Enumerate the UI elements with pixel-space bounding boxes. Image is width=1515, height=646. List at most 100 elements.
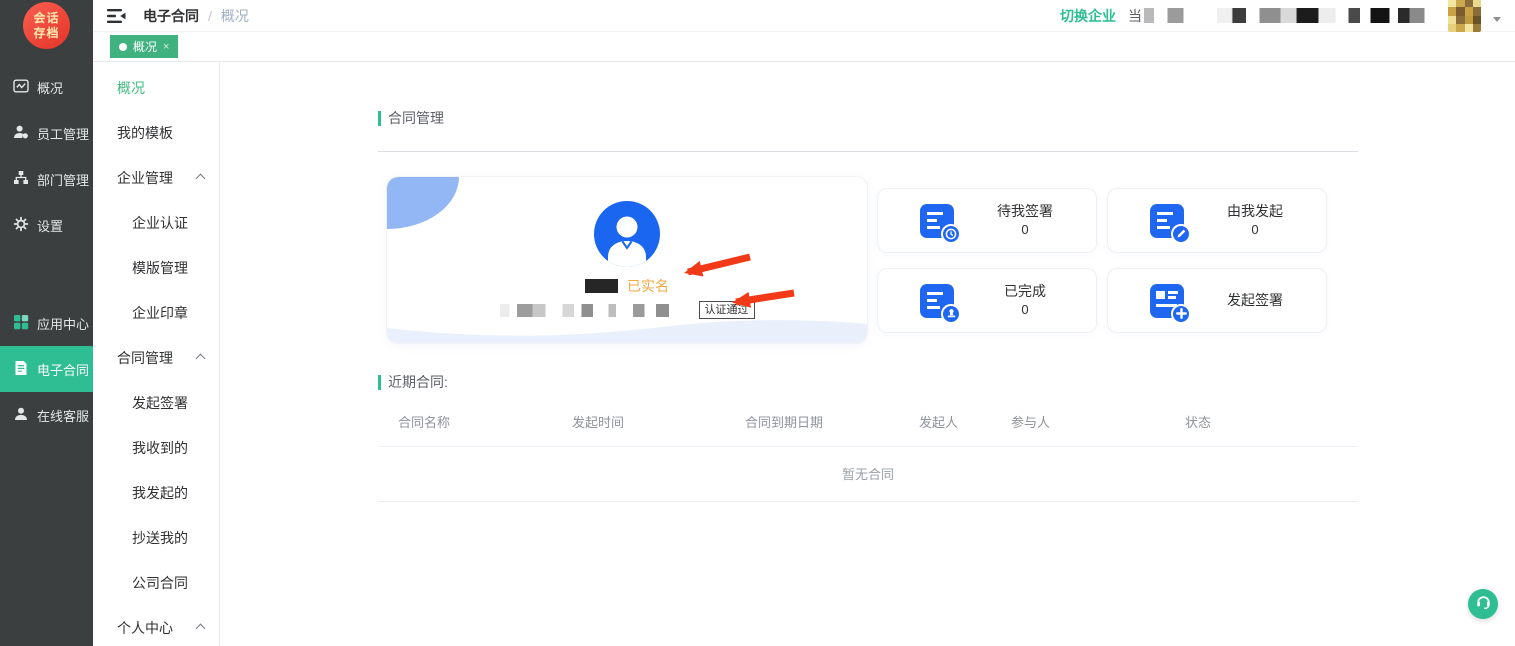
submenu-label: 个人中心 (117, 618, 173, 638)
sidebar-item-overview[interactable]: 概况 (0, 64, 93, 110)
annotation-arrow-realname (672, 251, 758, 279)
breadcrumb-parent[interactable]: 电子合同 (143, 6, 199, 26)
doc-clock-icon (920, 204, 954, 238)
table-header-row: 合同名称 发起时间 合同到期日期 发起人 参与人 状态 (378, 412, 1358, 447)
profile-avatar (594, 201, 660, 267)
topbar-right: 切换企业 当 (1060, 0, 1501, 32)
submenu-item-overview[interactable]: 概况 (93, 65, 219, 110)
current-enterprise-prefix: 当 (1128, 6, 1142, 26)
sidebar-item-label: 在线客服 (37, 406, 89, 425)
section-title-bar (378, 111, 381, 126)
switch-enterprise-link[interactable]: 切换企业 (1060, 6, 1116, 26)
col-expiry-date: 合同到期日期 (725, 412, 899, 431)
app-center-icon (13, 314, 29, 333)
doc-plus-icon (1150, 284, 1184, 318)
submenu-label: 发起签署 (132, 393, 188, 413)
submenu-group-enterprise-mgmt[interactable]: 企业管理 (93, 155, 219, 200)
stat-count: 0 (996, 221, 1054, 240)
current-enterprise: 当 (1128, 6, 1436, 26)
col-initiator: 发起人 (899, 412, 991, 431)
sidebar-item-app-center[interactable]: 应用中心 (0, 300, 93, 346)
submenu-label: 我发起的 (132, 483, 188, 503)
annotation-arrow-auth (723, 288, 801, 310)
sidebar-item-e-contract[interactable]: 电子合同 (0, 346, 93, 392)
col-participants: 参与人 (991, 412, 1165, 431)
app-logo: 会话 存档 (23, 2, 70, 49)
submenu-item-cc-to-me[interactable]: 抄送我的 (93, 515, 219, 560)
submenu-item-enterprise-seal[interactable]: 企业印章 (93, 290, 219, 335)
submenu-label: 合同管理 (117, 348, 173, 368)
submenu-item-template-mgmt[interactable]: 模版管理 (93, 245, 219, 290)
section-title-bar (378, 375, 381, 390)
sidebar-item-online-service[interactable]: 在线客服 (0, 392, 93, 438)
col-contract-name: 合同名称 (378, 412, 552, 431)
corner-decoration (387, 177, 459, 229)
submenu-label: 企业印章 (132, 303, 188, 323)
submenu-item-company-contracts[interactable]: 公司合同 (93, 560, 219, 605)
col-status: 状态 (1165, 412, 1358, 431)
breadcrumb-current: 概况 (221, 6, 249, 26)
sidebar-item-departments[interactable]: 部门管理 (0, 156, 93, 202)
stat-count: 0 (996, 301, 1054, 320)
overview-chart-icon (13, 78, 29, 97)
main-content: 合同管理 已实名 (220, 62, 1515, 646)
recent-contracts-table: 合同名称 发起时间 合同到期日期 发起人 参与人 状态 暂无合同 (378, 412, 1358, 502)
sidebar-item-employees[interactable]: 员工管理 (0, 110, 93, 156)
stat-card-initiated-by-me[interactable]: 由我发起 0 (1107, 188, 1327, 253)
submenu-label: 模版管理 (132, 258, 188, 278)
top-bar: 电子合同 / 概况 切换企业 当 (93, 0, 1515, 32)
sidebar-item-label: 概况 (37, 78, 63, 97)
stat-label: 由我发起 (1226, 201, 1284, 221)
logo-line2: 存档 (33, 26, 59, 40)
contract-mgmt-section-title: 合同管理 (378, 108, 1515, 128)
submenu-label: 抄送我的 (132, 528, 188, 548)
submenu-label: 概况 (117, 78, 145, 98)
tab-overview[interactable]: 概况 × (110, 35, 178, 58)
sidebar-item-label: 电子合同 (37, 360, 89, 379)
department-icon (13, 170, 29, 189)
sidebar-spacer (0, 248, 93, 300)
user-menu-caret-icon[interactable] (1493, 17, 1501, 22)
primary-sidebar: 会话 存档 概况 员工管理 部门管理 (0, 0, 93, 646)
redacted-company-name (500, 304, 690, 317)
chevron-up-icon (196, 354, 206, 364)
submenu-label: 公司合同 (132, 573, 188, 593)
customer-service-button[interactable] (1468, 589, 1498, 619)
doc-stamp-icon (920, 284, 954, 318)
sidebar-item-label: 部门管理 (37, 170, 89, 189)
app-window: 会话 存档 概况 员工管理 部门管理 (0, 0, 1515, 646)
employee-icon (13, 124, 29, 143)
submenu-group-contract-mgmt[interactable]: 合同管理 (93, 335, 219, 380)
online-service-icon (13, 406, 29, 425)
profile-card: 已实名 认证通过 (386, 176, 868, 344)
sidebar-fold-icon[interactable] (107, 8, 126, 24)
submenu-item-initiate-sign[interactable]: 发起签署 (93, 380, 219, 425)
stat-label: 已完成 (996, 281, 1054, 301)
stat-card-awaiting-my-signature[interactable]: 待我签署 0 (877, 188, 1097, 253)
submenu-item-enterprise-auth[interactable]: 企业认证 (93, 200, 219, 245)
submenu-item-my-templates[interactable]: 我的模板 (93, 110, 219, 155)
sidebar-item-settings[interactable]: 设置 (0, 202, 93, 248)
submenu-label: 我收到的 (132, 438, 188, 458)
recent-contracts-title: 近期合同: (378, 372, 1515, 392)
realname-verified-badge: 已实名 (627, 276, 669, 296)
chevron-up-icon (196, 624, 206, 634)
doc-edit-icon (1150, 204, 1184, 238)
redacted-enterprise-name (1144, 8, 1436, 23)
stat-card-start-signing[interactable]: 发起签署 (1107, 268, 1327, 333)
cards-row: 已实名 认证通过 (378, 176, 1358, 344)
tab-bar: 概况 × (93, 32, 1515, 62)
tab-close-icon[interactable]: × (163, 41, 169, 53)
submenu-label: 企业管理 (117, 168, 173, 188)
submenu-item-received[interactable]: 我收到的 (93, 425, 219, 470)
table-empty-state: 暂无合同 (378, 447, 1358, 502)
stat-card-completed[interactable]: 已完成 0 (877, 268, 1097, 333)
redacted-user-name (585, 279, 618, 293)
submenu-group-personal-center[interactable]: 个人中心 (93, 605, 219, 646)
content-row: 概况 我的模板 企业管理 企业认证 模版管理 企业印章 合同管理 发起签署 我收… (93, 62, 1515, 646)
secondary-sidebar: 概况 我的模板 企业管理 企业认证 模版管理 企业印章 合同管理 发起签署 我收… (93, 62, 220, 646)
section-divider (378, 151, 1358, 152)
submenu-item-initiated-by-me[interactable]: 我发起的 (93, 470, 219, 515)
chevron-up-icon (196, 174, 206, 184)
user-avatar[interactable] (1448, 0, 1481, 32)
